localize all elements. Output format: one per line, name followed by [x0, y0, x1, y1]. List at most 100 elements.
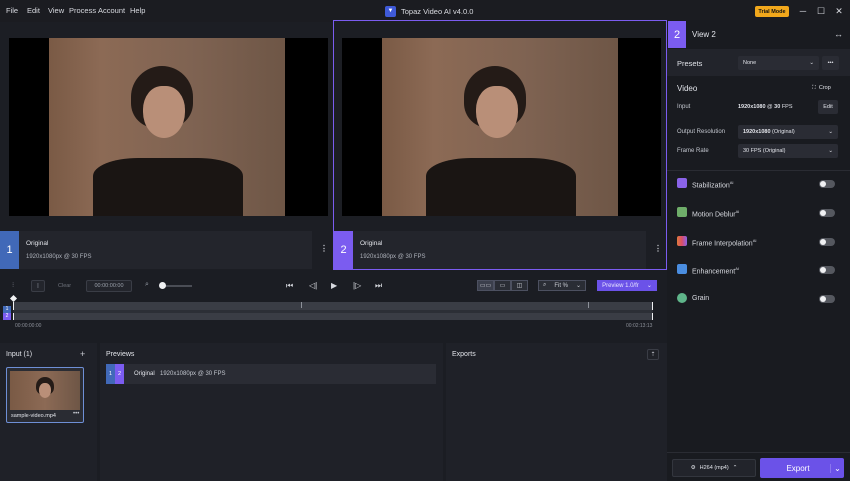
trial-mode-badge[interactable]: Trial Mode [755, 6, 789, 17]
divider [667, 170, 850, 171]
crop-label: Crop [818, 85, 831, 91]
view-1-subtitle: 1920x1080px @ 30 FPS [26, 254, 92, 260]
stabilization-toggle[interactable] [819, 180, 835, 188]
timecode-input[interactable]: 00:00:00:00 [86, 280, 132, 292]
frame-rate-label: Frame Rate [677, 148, 709, 154]
timeline-end: 00:02:13:13 [626, 323, 653, 329]
view-2-number: 2 [334, 231, 353, 269]
motion-deblur-toggle[interactable] [819, 209, 835, 217]
view-1-more-icon[interactable]: ⋮ [320, 244, 328, 253]
fit-zoom-icon: ⌕ [542, 282, 547, 288]
go-end-icon[interactable]: ⏭ [375, 281, 382, 291]
presets-label: Presets [677, 59, 703, 68]
format-value: H264 (mp4) [699, 465, 729, 471]
input-thumbnail [10, 371, 80, 410]
grain-toggle[interactable] [819, 295, 835, 303]
menu-view[interactable]: View [48, 6, 64, 15]
frame-interpolation-toggle[interactable] [819, 238, 835, 246]
frame-rate-chevron-icon: ⌄ [828, 148, 833, 154]
video-view-2[interactable] [342, 38, 661, 216]
view-1-title: Original [26, 240, 49, 247]
output-resolution-label: Output Resolution [677, 129, 726, 135]
preview-button[interactable]: Preview 1.0/fr ⌄ [597, 280, 657, 291]
view-2-subtitle: 1920x1080px @ 30 FPS [360, 254, 426, 260]
timeline-track-1-badge: 1 [3, 306, 11, 313]
video-section-title: Video [677, 84, 698, 93]
zoom-slider-knob[interactable] [159, 282, 166, 289]
add-input-icon[interactable]: + [80, 349, 85, 359]
preview-row-title: Original [134, 371, 155, 377]
menu-edit[interactable]: Edit [27, 6, 40, 15]
view-2-title: Original [360, 240, 383, 247]
menu-process[interactable]: Process [69, 6, 96, 15]
preview-label: Preview 1.0/fr [602, 282, 639, 289]
enhancement-icon [677, 264, 687, 274]
grain-label: Grain [692, 295, 710, 302]
view-1-info [0, 231, 312, 269]
edit-input-button[interactable]: Edit [818, 100, 838, 114]
step-back-icon[interactable]: ◁| [309, 281, 317, 290]
input-file-card[interactable]: sample-video.mp4 ••• [6, 367, 84, 423]
preview-row-subtitle: 1920x1080px @ 30 FPS [160, 371, 226, 377]
motion-deblur-label: Motion DeblurAI [692, 209, 740, 219]
input-title: Input (1) [6, 351, 33, 358]
go-start-icon[interactable]: ⏮ [286, 281, 293, 291]
menu-file[interactable]: File [6, 6, 18, 15]
output-chevron-icon: ⌄ [828, 129, 833, 135]
video-frame-2 [382, 38, 618, 216]
exports-upload-icon[interactable]: ⇡ [647, 349, 659, 360]
presets-more-icon[interactable]: ••• [822, 56, 839, 70]
window-title-text: Topaz Video AI v4.0.0 [401, 6, 474, 16]
menu-account[interactable]: Account [98, 6, 125, 15]
input-value: 1920x1080 @ 30 FPS [738, 104, 793, 110]
video-view-1[interactable] [9, 38, 328, 216]
view-2-more-icon[interactable]: ⋮ [654, 244, 662, 253]
view-2-info [334, 231, 646, 269]
fit-dropdown[interactable]: ⌕ Fit % ⌄ [538, 280, 586, 291]
format-dropdown[interactable]: ⚙ H264 (mp4) ⌃ [672, 459, 756, 477]
close-icon[interactable]: ✕ [832, 4, 846, 18]
previews-title: Previews [106, 351, 135, 358]
input-at: @ [765, 104, 775, 110]
zoom-icon: ⌕ [145, 281, 149, 288]
marker-handle-icon[interactable]: ⁝ [12, 281, 14, 289]
export-button[interactable]: Export ⌄ [760, 458, 844, 478]
step-forward-icon[interactable]: |▷ [353, 281, 361, 290]
frame-rate-value: 30 FPS (Original) [743, 148, 786, 154]
export-label: Export [786, 463, 810, 473]
settings-view-title: View 2 [692, 30, 716, 39]
enhancement-label: EnhancementAI [692, 266, 739, 276]
minimize-icon[interactable]: ─ [796, 4, 810, 18]
in-point-button[interactable]: | [31, 280, 45, 292]
crop-button[interactable]: ⛶ Crop [812, 85, 831, 92]
chevron-down-icon: ⌄ [575, 283, 581, 289]
side-by-side-view-icon[interactable]: ▭▭ [477, 280, 494, 291]
preview-row-num-2: 2 [115, 364, 124, 384]
file-more-icon[interactable]: ••• [73, 411, 79, 417]
input-file-name: sample-video.mp4 [11, 413, 56, 419]
export-divider [667, 452, 850, 453]
split-view-icon[interactable]: ◫ [511, 280, 528, 291]
preview-row[interactable] [106, 364, 436, 384]
clear-button[interactable]: Clear [58, 283, 71, 289]
settings-gear-icon: ⚙ [690, 465, 696, 471]
output-resolution-dropdown[interactable]: 1920x1080 (Original) ⌄ [738, 125, 838, 139]
window-title: ▼ Topaz Video AI v4.0.0 [385, 3, 473, 19]
presets-value: None [743, 60, 757, 66]
fit-label: Fit % [554, 282, 568, 289]
presets-dropdown[interactable]: None ⌄ [738, 56, 819, 70]
menu-help[interactable]: Help [130, 6, 145, 15]
frame-rate-dropdown[interactable]: 30 FPS (Original) ⌄ [738, 144, 838, 158]
topaz-logo-icon: ▼ [385, 5, 396, 17]
view-1-number: 1 [0, 231, 19, 269]
crop-icon: ⛶ [812, 85, 816, 91]
expand-arrows-icon[interactable]: ↔ [834, 29, 843, 39]
preview-row-num-1: 1 [106, 364, 115, 384]
enhancement-toggle[interactable] [819, 266, 835, 274]
single-view-icon[interactable]: ▭ [494, 280, 511, 291]
timeline-track[interactable] [13, 302, 653, 320]
exports-panel [446, 343, 667, 481]
maximize-icon[interactable]: ☐ [814, 4, 828, 18]
play-icon[interactable]: ▶ [331, 281, 337, 290]
export-chevron-icon[interactable]: ⌄ [830, 463, 844, 473]
